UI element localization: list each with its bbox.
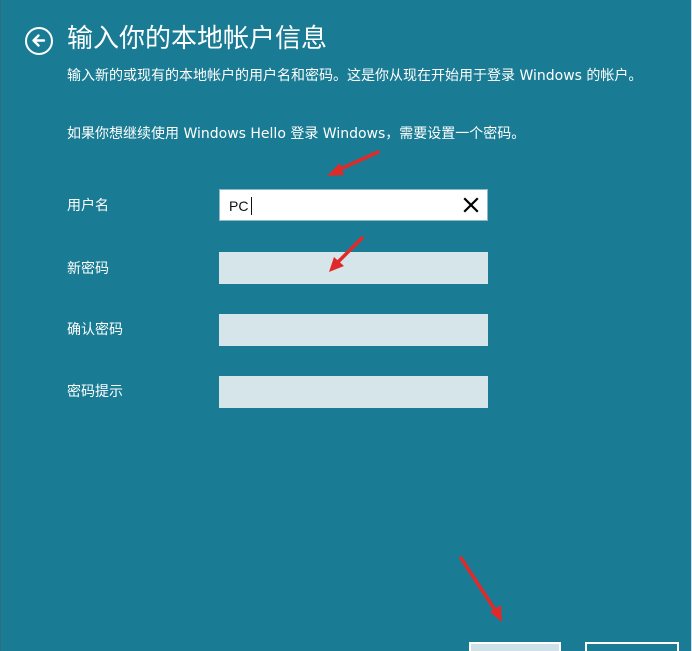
annotation-arrow-next xyxy=(459,556,502,622)
annotation-arrow-username xyxy=(327,150,380,176)
confirm-password-input[interactable] xyxy=(219,314,488,346)
username-input[interactable]: PC xyxy=(219,189,488,221)
next-button[interactable] xyxy=(469,642,561,651)
page-title: 输入你的本地帐户信息 xyxy=(67,24,328,54)
confirm-password-label: 确认密码 xyxy=(67,322,123,338)
secondary-button[interactable] xyxy=(585,642,679,651)
close-icon xyxy=(463,197,479,213)
back-button[interactable] xyxy=(25,27,53,55)
username-value: PC xyxy=(229,198,249,214)
back-arrow-icon xyxy=(32,34,46,47)
password-hint-input[interactable] xyxy=(219,376,488,408)
setup-window: 输入你的本地帐户信息 输入新的或现有的本地帐户的用户名和密码。这是你从现在开始用… xyxy=(0,0,692,651)
description-text: 输入新的或现有的本地帐户的用户名和密码。这是你从现在开始用于登录 Windows… xyxy=(67,68,643,84)
username-label: 用户名 xyxy=(67,198,109,214)
hello-description-text: 如果你想继续使用 Windows Hello 登录 Windows，需要设置一个… xyxy=(67,126,526,142)
new-password-label: 新密码 xyxy=(67,261,109,277)
new-password-input[interactable] xyxy=(219,252,488,284)
text-caret xyxy=(251,197,252,215)
password-hint-label: 密码提示 xyxy=(67,384,123,400)
clear-input-button[interactable] xyxy=(463,197,479,213)
